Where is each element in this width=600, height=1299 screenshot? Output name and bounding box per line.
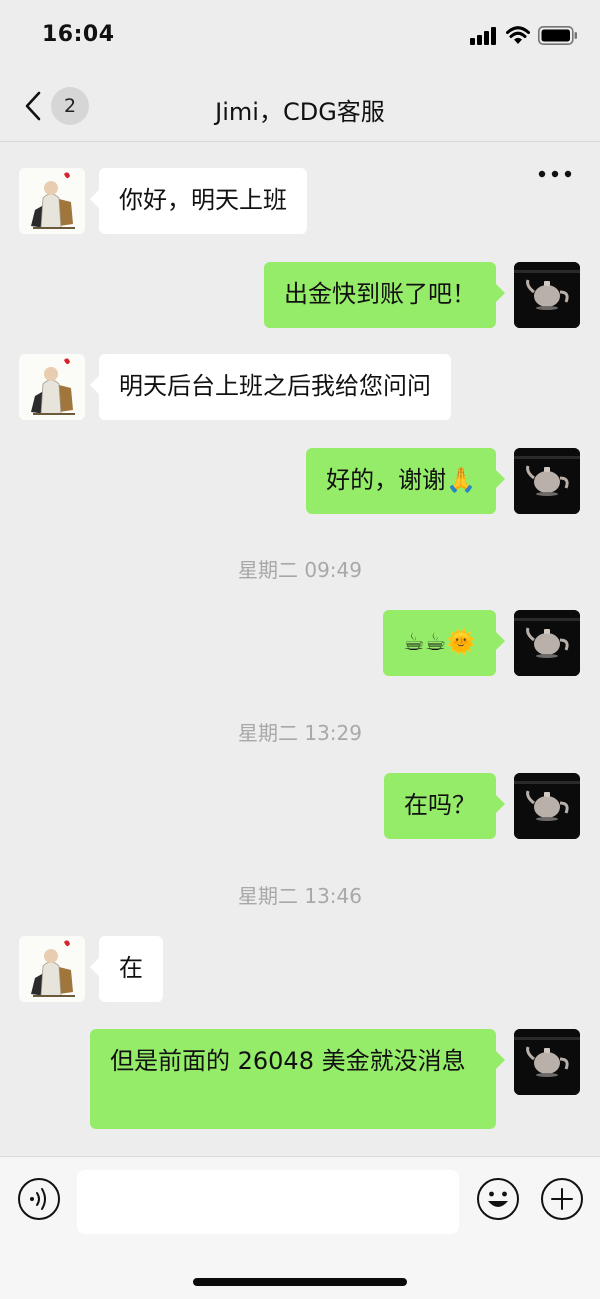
my-avatar[interactable] [514, 262, 580, 328]
message-text: 你好，明天上班 [119, 186, 287, 214]
message-bubble[interactable]: 明天后台上班之后我给您问问 [90, 354, 451, 420]
voice-icon[interactable] [17, 1177, 61, 1221]
message-timestamp: 星期二 13:29 [238, 721, 362, 745]
status-bar: 16:04 [0, 0, 600, 70]
my-avatar[interactable] [514, 448, 580, 514]
contact-avatar[interactable] [19, 936, 85, 1002]
message-bubble[interactable]: 在 [90, 936, 163, 1002]
message-bubble[interactable]: 但是前面的 26048 美金就没消息 [90, 1029, 505, 1129]
message-timestamp: 星期二 13:46 [238, 884, 362, 908]
message-bubble[interactable]: 好的，谢谢🙏 [306, 448, 505, 514]
message-bubble[interactable]: 出金快到账了吧！ [264, 262, 505, 328]
status-time: 16:04 [42, 22, 115, 47]
message-text: 出金快到账了吧！ [284, 280, 476, 308]
my-avatar[interactable] [514, 610, 580, 676]
message-bubble[interactable]: ☕☕🌞 [383, 610, 505, 676]
wifi-icon [506, 26, 530, 44]
message-timestamp: 星期二 09:49 [238, 558, 362, 582]
message-bubble[interactable]: 你好，明天上班 [90, 168, 307, 234]
message-text: 在吗？ [404, 791, 476, 819]
cellular-signal-icon [470, 27, 496, 45]
my-avatar[interactable] [514, 1029, 580, 1095]
home-indicator [193, 1278, 407, 1286]
emoji-icon[interactable] [476, 1177, 520, 1221]
my-avatar[interactable] [514, 773, 580, 839]
contact-avatar[interactable] [19, 168, 85, 234]
message-text: 明天后台上班之后我给您问问 [119, 372, 431, 400]
plus-icon[interactable] [540, 1177, 584, 1221]
message-bubble[interactable]: 在吗？ [384, 773, 505, 839]
message-text: ☕☕🌞 [403, 628, 476, 656]
input-bar [0, 1156, 600, 1299]
message-text: 好的，谢谢🙏 [326, 466, 476, 494]
battery-icon [538, 26, 577, 45]
chat-title: Jimi，CDG客服 [215, 98, 385, 126]
more-icon[interactable] [538, 168, 572, 180]
message-text: 在 [119, 954, 143, 982]
message-text: 但是前面的 26048 美金就没消息 [110, 1047, 466, 1075]
contact-avatar[interactable] [19, 354, 85, 420]
message-input[interactable] [77, 1170, 459, 1234]
